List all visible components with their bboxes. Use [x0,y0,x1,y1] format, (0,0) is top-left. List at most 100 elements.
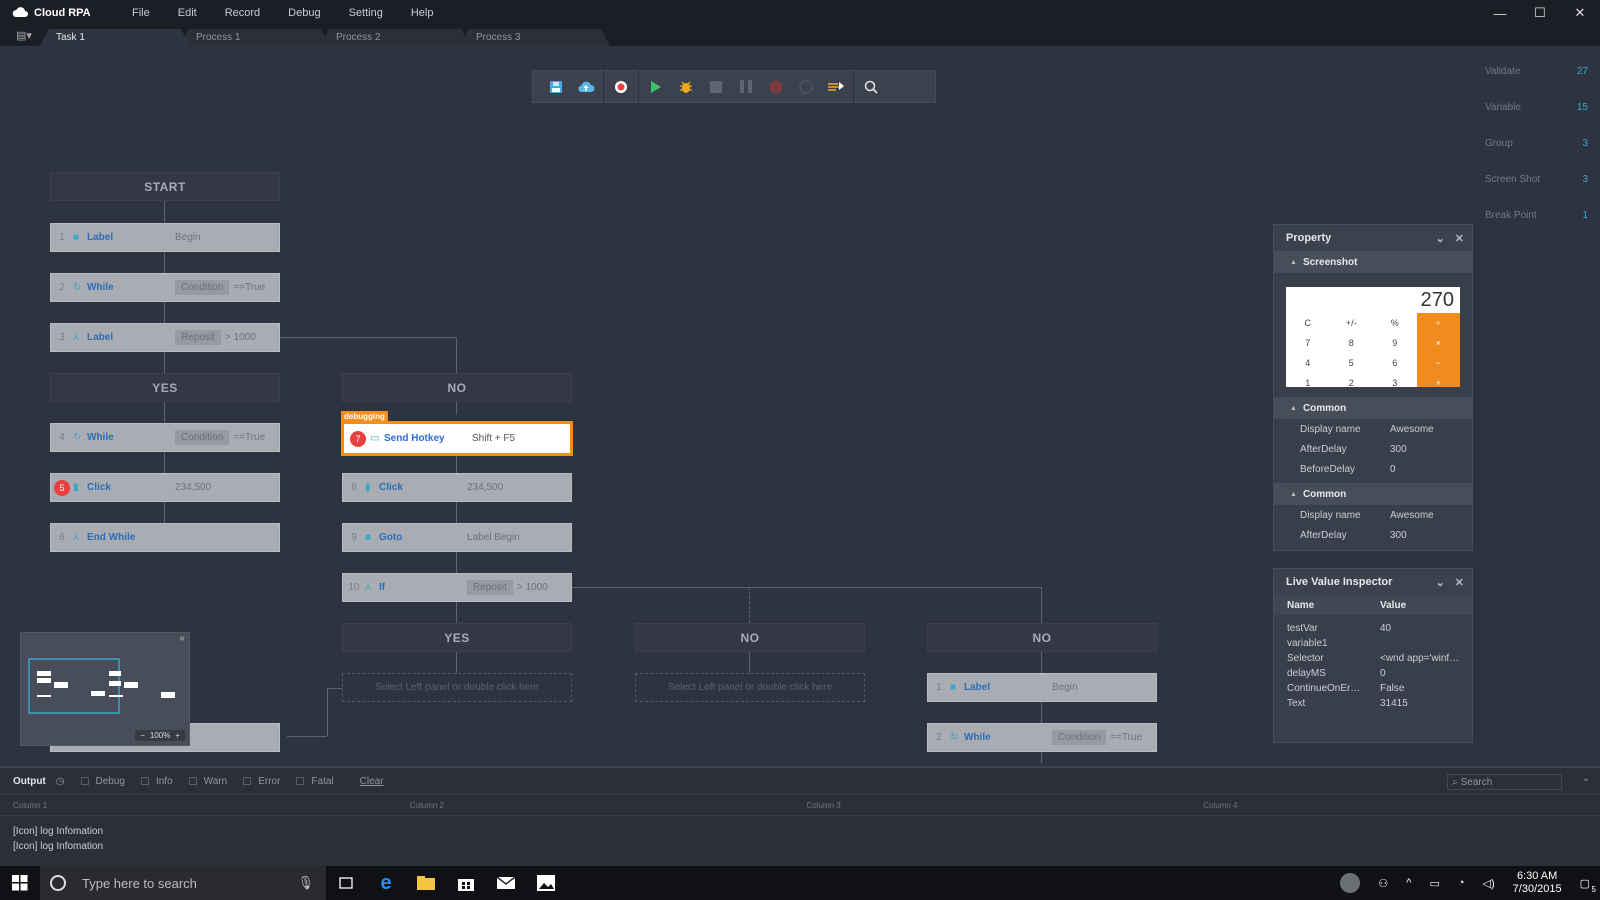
menu-edit[interactable]: Edit [168,7,207,19]
step-icon[interactable] [791,70,821,103]
people-icon[interactable]: ⚇ [1378,877,1388,890]
inspector-row[interactable]: variable1 [1274,636,1472,651]
inspector-row[interactable]: Text 31415 [1274,696,1472,711]
node-send-hotkey[interactable]: 7 ▭ Send Hotkey Shift + F5 [341,421,573,456]
node-label-reposit[interactable]: 3 ⅄ Label Reposit > 1000 [50,323,280,352]
inspector-row[interactable]: delayMS 0 [1274,666,1472,681]
drop-placeholder[interactable]: Select Left panel or double click here [342,673,572,702]
save-icon[interactable] [541,70,571,103]
inspector-row[interactable]: Selector <wnd app='winf… [1274,651,1472,666]
connector [456,501,457,523]
microphone-icon[interactable]: 🎙 [297,875,314,891]
chevron-down-icon[interactable]: ⌄ [1582,773,1590,784]
node-end-while[interactable]: 6 ⅄ End While [50,523,280,552]
connector [1041,701,1042,723]
node-label-begin-2[interactable]: 1 ■ Label Begin [927,673,1157,702]
stat-variable[interactable]: Variable 15 [1485,102,1600,138]
node-while[interactable]: 2 ↻ While Condition ==True [50,273,280,302]
clear-button[interactable]: Clear [360,776,384,787]
cloud-upload-icon[interactable] [571,70,601,103]
inspector-row[interactable]: ContinueOnEr… False [1274,681,1472,696]
tab-process-2[interactable]: Process 2 [320,29,470,46]
clock[interactable]: 6:30 AM 7/30/2015 [1513,870,1562,896]
tab-task-1[interactable]: Task 1 [40,29,190,46]
chevron-down-icon[interactable]: ⌄ [1436,577,1445,589]
windows-start-icon[interactable] [0,866,40,900]
wifi-icon[interactable]: ◔ [1458,877,1465,889]
node-click[interactable]: 5 ▮ Click 234,500 [50,473,280,502]
property-row[interactable]: AfterDelay 300 [1274,439,1472,459]
stat-screenshot[interactable]: Screen Shot 3 [1485,174,1600,210]
menu-setting[interactable]: Setting [339,7,393,19]
edge-icon[interactable]: e [366,866,406,900]
filter-debug[interactable]: Debug [80,776,125,787]
menu-help[interactable]: Help [401,7,444,19]
file-icon[interactable]: ▤▾ [16,29,32,42]
filter-info[interactable]: Info [140,776,173,787]
node-goto[interactable]: 9 ■ Goto Label Begin [342,523,572,552]
log-line[interactable]: [Icon] log Infomation [13,839,1587,854]
menu-record[interactable]: Record [215,7,270,19]
search-icon[interactable] [856,70,886,103]
filter-error[interactable]: Error [243,776,280,787]
stat-breakpoint[interactable]: Break Point 1 [1485,210,1600,246]
cloud-icon [12,6,28,20]
pause-icon[interactable] [731,70,761,103]
node-while-2[interactable]: 4 ↻ While Condition ==True [50,423,280,452]
stat-validate[interactable]: Validate 27 [1485,66,1600,102]
store-icon[interactable] [446,866,486,900]
notification-icon[interactable]: ▢ 5 [1580,877,1596,894]
property-row[interactable]: Display name Awesome [1274,505,1472,525]
record-icon[interactable] [606,70,636,103]
node-label-begin[interactable]: 1 ■ Label Begin [50,223,280,252]
tab-process-1[interactable]: Process 1 [180,29,330,46]
stop-icon[interactable] [701,70,731,103]
tab-process-3[interactable]: Process 3 [460,29,610,46]
chevron-down-icon[interactable]: ⌄ [1436,233,1445,245]
avatar[interactable] [1340,873,1361,893]
debug-bug-icon[interactable] [671,70,701,103]
log-line[interactable]: [Icon] log Infomation [13,824,1587,839]
inspector-row[interactable]: testVar 40 [1274,621,1472,636]
close-icon[interactable]: ✕ [1455,577,1464,589]
clock-icon[interactable]: ◷ [56,776,65,787]
menu-debug[interactable]: Debug [278,7,330,19]
node-click-2[interactable]: 8 ▮ Click 234,500 [342,473,572,502]
property-row[interactable]: BeforeDelay 0 [1274,459,1472,479]
node-while-3[interactable]: 2 ↻ While Condition ==True [927,723,1157,752]
chevron-up-icon[interactable]: ^ [1406,877,1411,889]
task-view-icon[interactable] [326,866,366,900]
breakpoint-badge[interactable]: 5 [54,479,70,496]
close-icon[interactable]: ✕ [1560,0,1600,26]
step-over-icon[interactable] [821,70,851,103]
run-icon[interactable] [641,70,671,103]
property-row[interactable]: AfterDelay 300 [1274,525,1472,545]
maximize-icon[interactable]: ☐ [1520,0,1560,26]
filter-warn[interactable]: Warn [188,776,227,787]
folder-icon[interactable] [406,866,446,900]
drop-placeholder-2[interactable]: Select Left panel or double click here [635,673,865,702]
minimap[interactable]: « − 100% + [20,632,190,746]
screenshot-section[interactable]: ▲ Screenshot [1274,251,1472,273]
menu-file[interactable]: File [122,7,160,19]
filter-fatal[interactable]: Fatal [296,776,334,787]
common-section[interactable]: ▲ Common [1274,397,1472,419]
close-icon[interactable]: ✕ [1455,233,1464,245]
node-if[interactable]: 10 ⅄ If Reposit > 1000 [342,573,572,602]
photos-icon[interactable] [526,866,566,900]
taskbar-search[interactable]: Type here to search 🎙 [40,866,326,900]
mail-icon[interactable] [486,866,526,900]
volume-icon[interactable]: ◁) [1483,877,1495,890]
minimize-icon[interactable]: — [1480,0,1520,26]
zoom-out-button[interactable]: − [140,731,145,740]
breakpoint-icon[interactable] [761,70,791,103]
inspector-title: Live Value Inspector [1286,576,1393,588]
tab-bar: ▤▾ Task 1 Process 1 Process 2 Process 3 [0,26,1600,46]
battery-icon[interactable]: ▭ [1429,877,1439,890]
output-search[interactable]: ⌕ Search [1447,774,1562,790]
stat-group[interactable]: Group 3 [1485,138,1600,174]
connector [749,651,750,673]
zoom-in-button[interactable]: + [175,731,180,740]
property-row[interactable]: Display name Awesome [1274,419,1472,439]
common-section-2[interactable]: ▲ Common [1274,483,1472,505]
